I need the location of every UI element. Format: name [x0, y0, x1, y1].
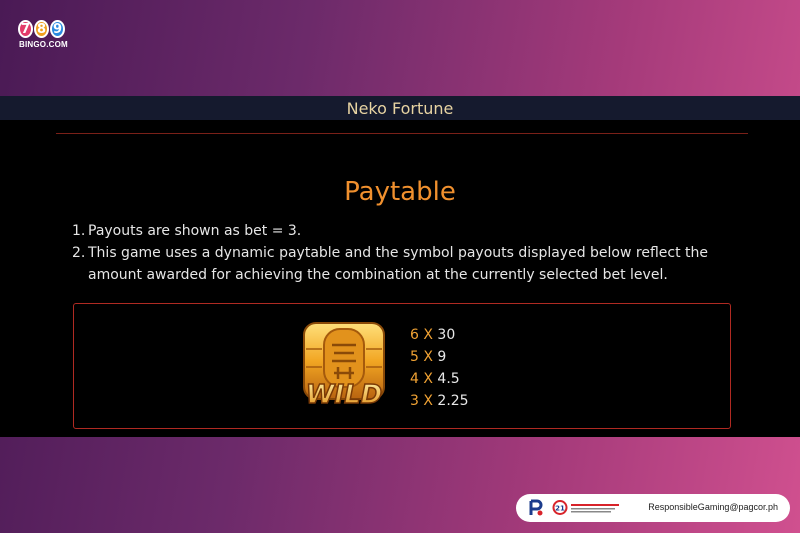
- payout-value: 30: [437, 327, 456, 343]
- note-item: 1. Payouts are shown as bet = 3.: [72, 220, 762, 242]
- payout-value: 9: [437, 349, 447, 365]
- paytable-panel: Paytable 1. Payouts are shown as bet = 3…: [0, 120, 800, 437]
- logo-subtitle: BINGO.COM: [19, 40, 68, 49]
- payout-row: 4 X 4.5: [410, 368, 469, 390]
- payout-count: 6 X: [410, 327, 433, 343]
- game-title: Neko Fortune: [346, 98, 454, 118]
- payout-list: 6 X 30 5 X 9 4 X 4.5 3 X 2.25: [410, 324, 469, 412]
- brand-logo[interactable]: 7 8 9 BINGO.COM: [18, 20, 70, 50]
- logo-digit: 7: [18, 20, 33, 38]
- payout-row: 3 X 2.25: [410, 390, 469, 412]
- symbol-payout-box: WILD 6 X 30 5 X 9 4 X 4.5 3 X 2.25: [73, 303, 731, 429]
- pagcor-logo-icon: [529, 499, 543, 516]
- divider: [56, 133, 748, 134]
- payout-count: 4 X: [410, 371, 433, 387]
- responsible-gaming-email[interactable]: ResponsibleGaming@pagcor.ph: [648, 502, 778, 512]
- payout-count: 5 X: [410, 349, 433, 365]
- paytable-notes: 1. Payouts are shown as bet = 3. 2. This…: [72, 220, 762, 286]
- note-text: This game uses a dynamic paytable and th…: [88, 245, 709, 283]
- payout-row: 5 X 9: [410, 346, 469, 368]
- payout-count: 3 X: [410, 393, 433, 409]
- note-number: 2.: [72, 245, 86, 261]
- game-title-bar: Neko Fortune: [0, 96, 800, 120]
- age-21-badge-icon: 21: [552, 500, 568, 515]
- logo-digits: 7 8 9: [18, 20, 65, 38]
- note-item: 2. This game uses a dynamic paytable and…: [72, 242, 762, 286]
- responsible-gaming-footer: 21 ResponsibleGaming@pagcor.ph: [516, 494, 790, 522]
- note-number: 1.: [72, 223, 86, 239]
- logo-digit: 9: [50, 20, 65, 38]
- svg-text:21: 21: [555, 505, 565, 513]
- logo-digit: 8: [34, 20, 49, 38]
- wild-coin-icon: WILD: [303, 322, 385, 409]
- paytable-heading: Paytable: [344, 177, 456, 207]
- warning-fineprint-icon: [571, 504, 619, 513]
- wild-label: WILD: [306, 380, 383, 409]
- payout-value: 2.25: [437, 393, 469, 409]
- payout-value: 4.5: [437, 371, 460, 387]
- note-text: Payouts are shown as bet = 3.: [88, 223, 302, 239]
- payout-row: 6 X 30: [410, 324, 469, 346]
